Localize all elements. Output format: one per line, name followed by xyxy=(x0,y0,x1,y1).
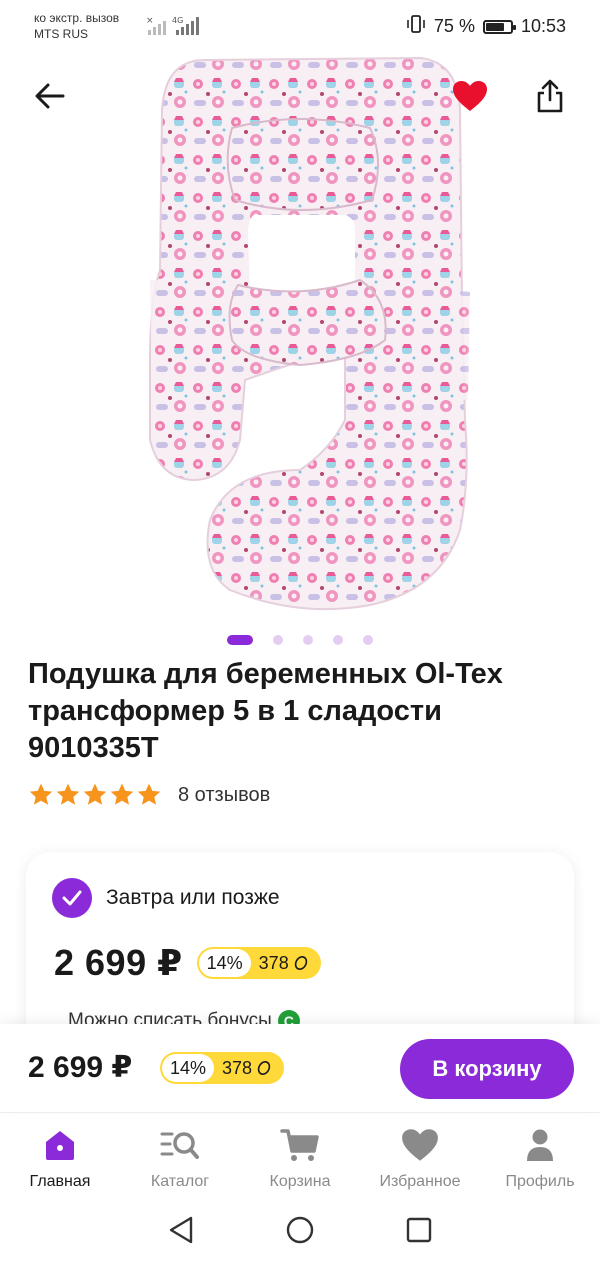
system-back-button[interactable] xyxy=(167,1215,195,1250)
reviews-link[interactable]: 8 отзывов xyxy=(178,784,270,807)
carousel-dot[interactable] xyxy=(363,635,373,645)
circle-home-icon xyxy=(286,1216,314,1243)
nav-item-profile[interactable]: Профиль xyxy=(480,1113,600,1199)
system-navigation xyxy=(0,1198,600,1266)
square-recents-icon xyxy=(406,1217,432,1242)
buy-bar-price: 2 699 ₽ xyxy=(28,1051,133,1084)
buy-bar: 2 699 ₽ 14% 378 В корзину xyxy=(0,1024,600,1112)
system-home-button[interactable] xyxy=(285,1215,315,1250)
bonus-amount: 378 xyxy=(258,952,289,973)
share-icon xyxy=(537,79,563,113)
home-icon xyxy=(40,1125,80,1165)
carousel-dot[interactable] xyxy=(303,635,313,645)
star-icon xyxy=(110,783,134,805)
nav-label: Избранное xyxy=(379,1173,461,1190)
delivery-option[interactable]: Завтра или позже xyxy=(52,878,280,918)
profile-icon xyxy=(520,1125,560,1165)
price: 2 699 ₽ xyxy=(54,942,183,983)
carousel-dot[interactable] xyxy=(273,635,283,645)
vibrate-icon xyxy=(406,14,426,39)
bonus-amount: 378 xyxy=(222,1057,253,1078)
bonus-percent: 14% xyxy=(162,1054,215,1082)
bonus-badge[interactable]: 14% 378 xyxy=(196,947,321,979)
svg-text:4G: 4G xyxy=(172,16,183,25)
nav-item-catalog[interactable]: Каталог xyxy=(120,1113,240,1199)
carrier-info: ко экстр. вызов MTS RUS xyxy=(34,10,119,42)
star-icon xyxy=(56,783,80,805)
product-rating[interactable]: 8 отзывов xyxy=(28,782,270,808)
share-button[interactable] xyxy=(530,72,570,120)
catalog-icon xyxy=(160,1125,200,1165)
back-button[interactable] xyxy=(30,72,70,120)
nav-item-favorites[interactable]: Избранное xyxy=(360,1113,480,1199)
heart-icon xyxy=(453,81,487,111)
image-carousel-indicator[interactable] xyxy=(0,634,600,646)
carousel-dot[interactable] xyxy=(227,635,253,645)
favorite-button[interactable] xyxy=(450,72,490,120)
bonus-coin-icon xyxy=(257,1061,271,1075)
signal-icon: × 4G xyxy=(146,14,202,36)
card-price-row: 2 699 ₽ 14% 378 xyxy=(54,942,321,984)
rating-stars xyxy=(28,782,162,808)
check-icon xyxy=(52,878,92,918)
product-title: Подушка для беременных Ol-Tex трансформе… xyxy=(28,658,503,764)
arrow-left-icon xyxy=(35,83,65,109)
nav-label: Каталог xyxy=(150,1173,210,1190)
star-icon xyxy=(29,783,53,805)
star-icon xyxy=(137,783,161,805)
system-recents-button[interactable] xyxy=(405,1216,433,1249)
nav-item-home[interactable]: Главная xyxy=(0,1113,120,1199)
nav-item-cart[interactable]: Корзина xyxy=(240,1113,360,1199)
bonus-percent: 14% xyxy=(198,949,251,977)
status-right: 75 % 10:53 xyxy=(406,14,566,39)
bottom-navigation: Главная Каталог Корзина Избранное Профил… xyxy=(0,1112,600,1198)
product-image[interactable] xyxy=(0,40,600,630)
add-to-cart-button[interactable]: В корзину xyxy=(400,1039,574,1099)
triangle-back-icon xyxy=(169,1216,193,1243)
bonus-coin-icon xyxy=(294,956,307,970)
nav-label: Главная xyxy=(29,1173,91,1190)
buy-bar-bonus-badge[interactable]: 14% 378 xyxy=(160,1052,285,1084)
clock: 10:53 xyxy=(520,16,566,36)
delivery-text: Завтра или позже xyxy=(106,886,280,909)
carousel-dot[interactable] xyxy=(333,635,343,645)
nav-label: Профиль xyxy=(505,1173,575,1190)
star-icon xyxy=(83,783,107,805)
battery-icon xyxy=(482,19,516,34)
cart-icon xyxy=(280,1125,320,1165)
bonus-amount-wrap: 378 xyxy=(251,953,319,974)
svg-text:×: × xyxy=(146,16,154,26)
nav-label: Корзина xyxy=(269,1173,331,1190)
battery-percent: 75 % xyxy=(433,16,475,36)
heart-icon xyxy=(400,1125,440,1165)
bonus-amount-wrap: 378 xyxy=(214,1058,282,1079)
emergency-call-text: ко экстр. вызов xyxy=(34,11,120,25)
